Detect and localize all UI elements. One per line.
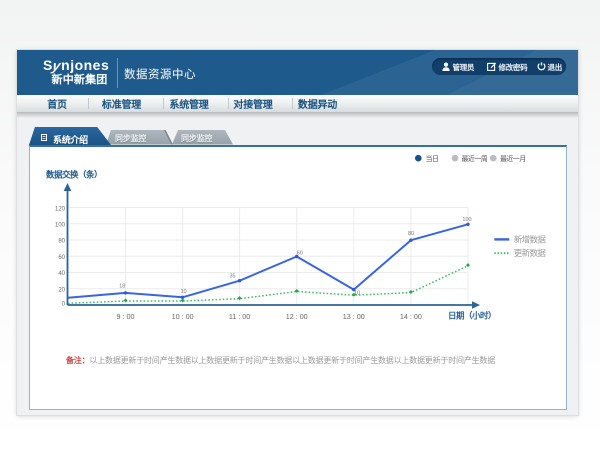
svg-text:0: 0	[62, 301, 66, 307]
svg-text:120: 120	[55, 206, 66, 212]
svg-text:100: 100	[462, 217, 471, 223]
svg-text:100: 100	[55, 222, 66, 228]
svg-text:40: 40	[58, 271, 65, 277]
svg-text:10: 10	[354, 290, 360, 296]
svg-text:80: 80	[58, 238, 65, 244]
svg-text:14 : 00: 14 : 00	[400, 312, 422, 321]
svg-text:数据交换（条）: 数据交换（条）	[46, 169, 102, 179]
svg-text:11 : 00: 11 : 00	[229, 312, 250, 321]
svg-text:12 : 00: 12 : 00	[286, 312, 308, 321]
svg-text:18: 18	[119, 283, 125, 289]
svg-text:10: 10	[180, 289, 186, 295]
svg-text:更新数据: 更新数据	[514, 248, 547, 258]
svg-text:35: 35	[229, 273, 235, 279]
svg-text:当日: 当日	[426, 153, 439, 162]
svg-text:60: 60	[297, 250, 303, 256]
svg-text:20: 20	[58, 287, 65, 293]
svg-text:最近一周: 最近一周	[462, 153, 488, 162]
svg-text:80: 80	[408, 231, 414, 237]
svg-text:日期（小时）: 日期（小时）	[448, 310, 496, 320]
svg-text:最近一月: 最近一月	[500, 153, 526, 162]
svg-text:新增数据: 新增数据	[514, 234, 547, 244]
svg-text:60: 60	[58, 254, 65, 260]
svg-text:10 : 00: 10 : 00	[172, 312, 194, 321]
svg-text:13 : 00: 13 : 00	[343, 312, 365, 321]
svg-text:9 : 00: 9 : 00	[117, 312, 135, 321]
